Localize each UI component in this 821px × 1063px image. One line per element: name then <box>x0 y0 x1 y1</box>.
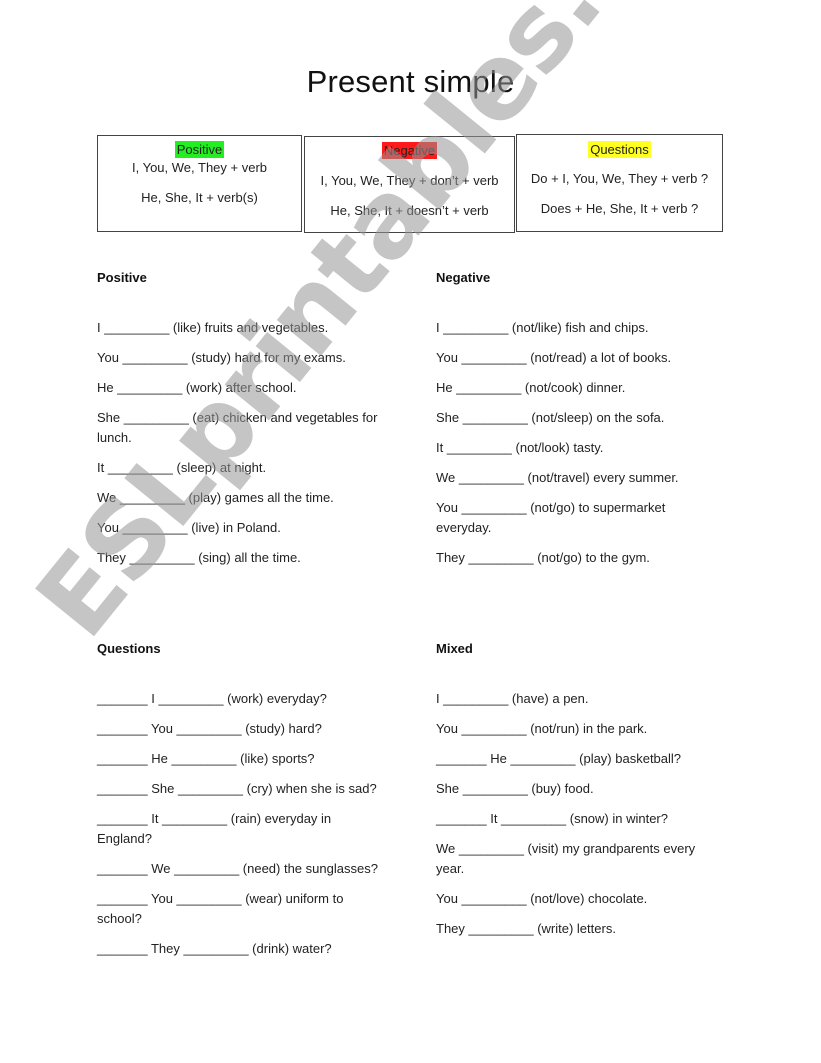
section-heading: Negative <box>436 270 491 285</box>
exercise-item: You _________ (not/go) to supermarket ev… <box>436 500 666 535</box>
exercise-item: I _________ (not/like) fish and chips. <box>436 320 649 335</box>
exercise-item: She _________ (eat) chicken and vegetabl… <box>97 410 378 445</box>
exercise-item: You _________ (not/run) in the park. <box>436 721 648 736</box>
exercise-item: It _________ (sleep) at night. <box>97 460 267 475</box>
exercise-item: _______ She _________ (cry) when she is … <box>97 781 377 796</box>
exercise-item: She _________ (buy) food. <box>436 781 594 796</box>
exercise-item: He _________ (work) after school. <box>97 380 297 395</box>
exercise-item: _______ I _________ (work) everyday? <box>97 691 327 706</box>
exercise-item: _______ They _________ (drink) water? <box>97 941 332 956</box>
exercise-item: _______ You _________ (study) hard? <box>97 721 322 736</box>
rule-label-negative: Negative <box>381 142 438 159</box>
rule-line: I, You, We, They + verb <box>131 160 268 175</box>
section-heading: Positive <box>97 270 147 285</box>
exercise-item: She _________ (not/sleep) on the sofa. <box>436 410 665 425</box>
rule-line: He, She, It + verb(s) <box>141 190 258 205</box>
rule-box-positive: Positive I, You, We, They + verb He, She… <box>97 135 302 232</box>
exercise-item: _______ It _________ (snow) in winter? <box>436 811 668 826</box>
exercise-item: _______ We _________ (need) the sunglass… <box>97 861 378 876</box>
section-heading: Questions <box>97 641 161 656</box>
exercise-item: _______ It _________ (rain) everyday in … <box>97 811 332 846</box>
exercise-item: They _________ (not/go) to the gym. <box>436 550 650 565</box>
exercise-item: _______ He _________ (like) sports? <box>97 751 315 766</box>
exercise-item: He _________ (not/cook) dinner. <box>436 380 626 395</box>
exercise-item: We _________ (play) games all the time. <box>97 490 334 505</box>
exercise-item: They _________ (write) letters. <box>436 921 616 936</box>
exercise-item: They _________ (sing) all the time. <box>97 550 301 565</box>
section-heading: Mixed <box>436 641 473 656</box>
exercise-item: We _________ (visit) my grandparents eve… <box>436 841 696 876</box>
exercise-item: We _________ (not/travel) every summer. <box>436 470 679 485</box>
exercise-item: I _________ (have) a pen. <box>436 691 589 706</box>
rule-line: I, You, We, They + don’t + verb <box>320 173 499 188</box>
exercise-item: You _________ (not/read) a lot of books. <box>436 350 672 365</box>
rule-label-questions: Questions <box>588 141 651 158</box>
rule-line: Does + He, She, It + verb ? <box>540 201 699 216</box>
exercise-item: You _________ (not/love) chocolate. <box>436 891 648 906</box>
exercise-item: _______ He _________ (play) basketball? <box>436 751 682 766</box>
exercise-item: _______ You _________ (wear) uniform to … <box>97 891 344 926</box>
rule-label-positive: Positive <box>174 141 225 158</box>
page-title: Present simple <box>306 64 515 99</box>
exercise-item: I _________ (like) fruits and vegetables… <box>97 320 329 335</box>
rule-box-negative: Negative I, You, We, They + don’t + verb… <box>304 136 515 233</box>
rule-line: Do + I, You, We, They + verb ? <box>530 171 709 186</box>
exercise-item: You _________ (study) hard for my exams. <box>97 350 346 365</box>
exercise-item: It _________ (not/look) tasty. <box>436 440 604 455</box>
exercise-item: You _________ (live) in Poland. <box>97 520 281 535</box>
rule-line: He, She, It + doesn’t + verb <box>330 203 489 218</box>
rule-box-questions: Questions Do + I, You, We, They + verb ?… <box>516 134 723 232</box>
